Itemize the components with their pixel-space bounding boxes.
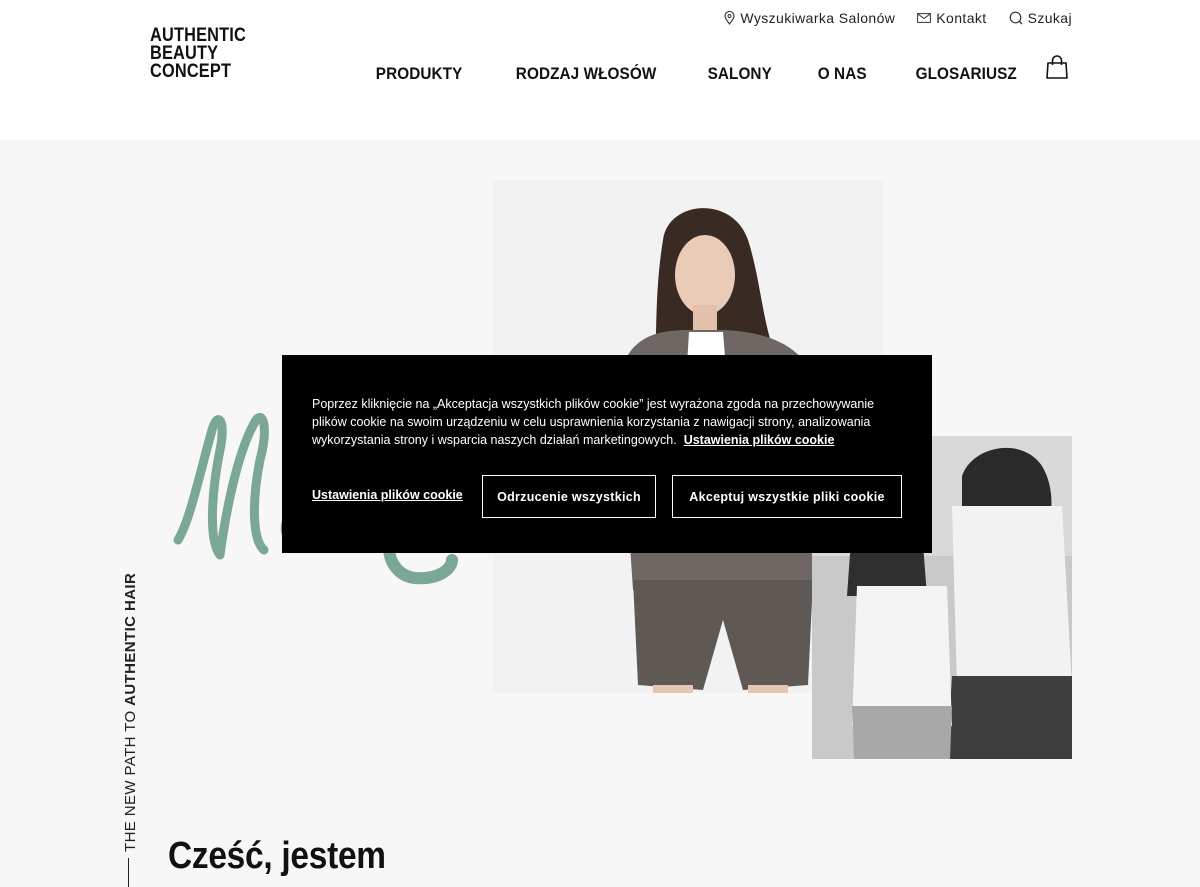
search-link[interactable]: Szukaj <box>1009 10 1072 26</box>
search-icon <box>1009 11 1023 25</box>
location-pin-icon <box>724 11 735 25</box>
cookie-banner: Poprzez kliknięcie na „Akceptacja wszyst… <box>282 355 932 553</box>
reject-all-button[interactable]: Odrzucenie wszystkich <box>482 475 656 518</box>
tagline-bold: AUTHENTIC HAIR <box>122 572 139 706</box>
vertical-tagline: THE NEW PATH TO AUTHENTIC HAIR <box>122 573 139 852</box>
cookie-settings-link[interactable]: Ustawienia plików cookie <box>312 488 463 502</box>
site-header: AUTHENTIC BEAUTY CONCEPT Wyszukiwarka Sa… <box>0 0 1200 140</box>
cookie-inline-settings-link[interactable]: Ustawienia plików cookie <box>684 433 835 447</box>
envelope-icon <box>917 13 932 23</box>
shopping-bag-icon <box>1046 55 1068 79</box>
salon-finder-link[interactable]: Wyszukiwarka Salonów <box>724 10 895 26</box>
utility-nav: Wyszukiwarka Salonów Kontakt Szukaj <box>724 10 1072 26</box>
main-nav: PRODUKTY RODZAJ WŁOSÓW SALONY O NAS GLOS… <box>371 64 1022 84</box>
nav-item-hair-type[interactable]: RODZAJ WŁOSÓW <box>515 64 656 84</box>
cart-button[interactable] <box>1045 54 1069 85</box>
script-text: Ma <box>160 390 162 391</box>
salon-finder-label: Wyszukiwarka Salonów <box>740 10 896 26</box>
contact-label: Kontakt <box>936 10 987 26</box>
nav-item-products[interactable]: PRODUKTY <box>376 64 463 84</box>
nav-item-about[interactable]: O NAS <box>818 64 867 84</box>
logo-line-3: CONCEPT <box>150 61 232 82</box>
cookie-message: Poprzez kliknięcie na „Akceptacja wszyst… <box>312 395 912 449</box>
search-label: Szukaj <box>1027 10 1072 26</box>
vertical-divider <box>128 858 129 887</box>
brand-logo[interactable]: AUTHENTIC BEAUTY CONCEPT <box>150 26 250 82</box>
accept-all-button[interactable]: Akceptuj wszystkie pliki cookie <box>672 475 902 518</box>
nav-item-salons[interactable]: SALONY <box>707 64 771 84</box>
contact-link[interactable]: Kontakt <box>917 10 986 26</box>
nav-item-glossary[interactable]: GLOSARIUSZ <box>915 64 1016 84</box>
greeting-heading: Cześć, jestem <box>168 835 386 877</box>
tagline-light: THE NEW PATH TO <box>122 705 139 852</box>
